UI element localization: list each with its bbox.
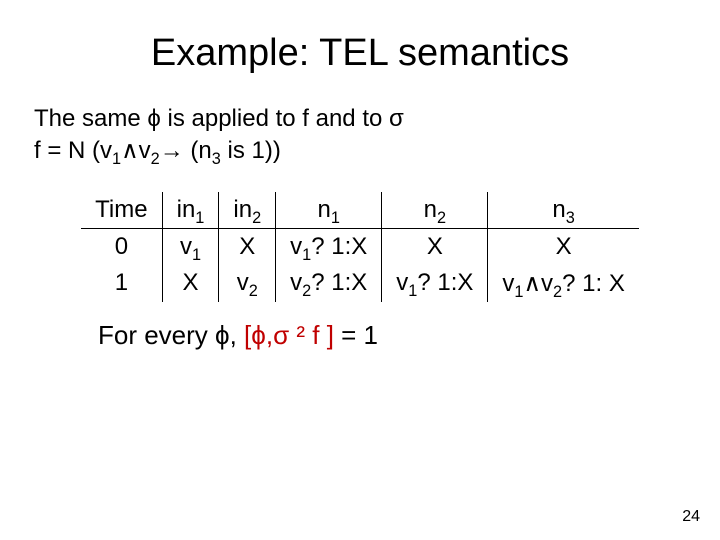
conclusion-text: For every ϕ, [ϕ,σ ² f ] = 1 <box>98 320 692 351</box>
intro-line2-post: (n <box>184 137 212 164</box>
cell: v1? 1:X <box>382 265 488 302</box>
page-number: 24 <box>682 508 700 526</box>
phi-symbol: ϕ <box>147 105 160 132</box>
col-n1: n1 <box>276 192 382 229</box>
intro-line2-pre: f = N (v <box>34 137 112 164</box>
table-row: 1 X v2 v2? 1:X v1? 1:X v1∧v2? 1: X <box>81 265 639 302</box>
sigma-symbol: σ <box>389 105 404 132</box>
cell: v2 <box>219 265 276 302</box>
semantics-table: Time in1 in2 n1 n2 n3 0 v1 X v1? 1:X X X… <box>81 192 639 302</box>
table-header-row: Time in1 in2 n1 n2 n3 <box>81 192 639 229</box>
cell: v2? 1:X <box>276 265 382 302</box>
slide-title: Example: TEL semantics <box>28 32 692 75</box>
col-n2: n2 <box>382 192 488 229</box>
cell: X <box>382 228 488 265</box>
bracket-close: ] <box>327 320 334 350</box>
cell: X <box>162 265 219 302</box>
cell: X <box>488 228 639 265</box>
sub-1: 1 <box>112 150 121 168</box>
cell: X <box>219 228 276 265</box>
intro-line1-mid: is applied to f and to <box>161 105 389 132</box>
intro-line2-end: is 1)) <box>221 137 281 164</box>
col-n3: n3 <box>488 192 639 229</box>
wedge-symbol: ∧ <box>121 137 139 164</box>
intro-line1-pre: The same <box>34 105 147 132</box>
sub-2: 2 <box>151 150 160 168</box>
intro-text: The same ϕ is applied to f and to σ f = … <box>34 103 686 168</box>
cell: v1? 1:X <box>276 228 382 265</box>
cell: v1 <box>162 228 219 265</box>
col-in1: in1 <box>162 192 219 229</box>
col-time: Time <box>81 192 162 229</box>
sigma-symbol: σ <box>273 320 289 350</box>
cell-time-0: 0 <box>81 228 162 265</box>
cell: v1∧v2? 1: X <box>488 265 639 302</box>
models-symbol: ² <box>289 320 312 350</box>
intro-v2: v <box>139 137 151 164</box>
phi-symbol: ϕ <box>251 320 266 350</box>
arrow-symbol: → <box>160 137 184 164</box>
sub-3: 3 <box>212 150 221 168</box>
phi-symbol: ϕ <box>215 320 230 350</box>
col-in2: in2 <box>219 192 276 229</box>
table-row: 0 v1 X v1? 1:X X X <box>81 228 639 265</box>
cell-time-1: 1 <box>81 265 162 302</box>
